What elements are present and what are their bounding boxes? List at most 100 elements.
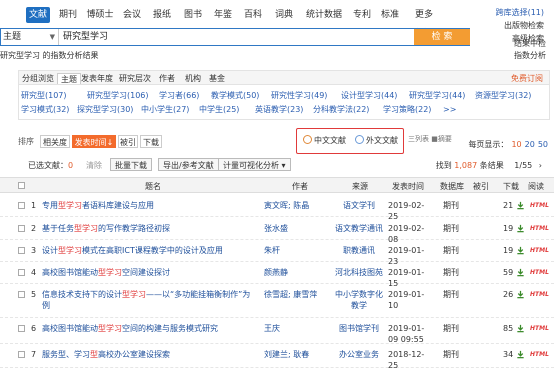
per-page-20[interactable]: 20 — [525, 140, 535, 149]
tab-group-institution[interactable]: 机构 — [185, 73, 201, 84]
view-mode-toggle[interactable]: 三列表 ■摘要 — [408, 134, 452, 144]
tab-group-level[interactable]: 研究层次 — [119, 73, 151, 84]
row-author[interactable]: 张水盛 — [264, 223, 288, 234]
per-page-50[interactable]: 50 — [538, 140, 548, 149]
row-source[interactable]: 河北科技图苑 — [334, 267, 384, 278]
free-subscribe-link[interactable]: 免费订阅 — [511, 73, 543, 84]
row-source[interactable]: 办公室业务 — [334, 349, 384, 360]
download-icon[interactable] — [516, 224, 525, 233]
tab-group-author[interactable]: 作者 — [159, 73, 175, 84]
tab-dictionary[interactable]: 词典 — [274, 7, 294, 23]
row-author[interactable]: 徐雪超; 康雪萍 — [264, 289, 317, 300]
group-item[interactable]: 中学生(25) — [199, 104, 239, 115]
download-icon[interactable] — [516, 350, 525, 359]
group-item[interactable]: 分科教学法(22) — [313, 104, 369, 115]
row-checkbox[interactable] — [18, 291, 25, 298]
group-item[interactable]: 中小学生(27) — [141, 104, 189, 115]
html-read-icon[interactable]: HTML — [530, 325, 549, 332]
group-item[interactable]: 学习者(66) — [159, 90, 199, 101]
chinese-docs-option[interactable]: 中文文献 — [303, 135, 346, 147]
visual-analysis-button[interactable]: 计量可视化分析 ▾ — [218, 158, 291, 171]
select-all-checkbox[interactable] — [18, 182, 25, 189]
row-checkbox[interactable] — [18, 325, 25, 332]
group-item[interactable]: 设计型学习(44) — [341, 90, 397, 101]
publication-search-link[interactable]: 出版物检索 — [496, 19, 544, 32]
table-row[interactable]: 7 服务型、学习型高校办公室建设探索 刘建兰; 耿春 办公室业务 2018-12-25 期… — [0, 344, 554, 368]
table-row[interactable]: 3 设计型学习模式在高职ICT课程教学中的设计及应用 朱杆 职教通讯 2019-01-2… — [0, 240, 554, 266]
row-title-link[interactable]: 服务型、学习型高校办公室建设探索 — [42, 349, 252, 360]
foreign-docs-option[interactable]: 外文文献 — [355, 135, 398, 147]
tab-standard[interactable]: 标准 — [380, 7, 400, 23]
next-page-button[interactable]: › — [539, 161, 542, 170]
group-item[interactable]: 研究性学习(49) — [271, 90, 327, 101]
table-row[interactable]: 1 专用型学习者语料库建设与应用 寅文晖; 陈晶 语文学刊 2019-02-25 期刊 21… — [0, 195, 554, 221]
tab-more[interactable]: 更多>> — [408, 7, 440, 36]
search-button[interactable]: 检 索 — [414, 29, 470, 45]
table-row[interactable]: 6 高校图书馆能动型学习空间的构建与服务模式研究 王庆 图书馆学刊 2019-01-09… — [0, 318, 554, 344]
tab-group-topic[interactable]: 主题 — [57, 73, 81, 84]
group-item[interactable]: 英语教学(23) — [255, 104, 303, 115]
sort-download-button[interactable]: 下载 — [140, 135, 162, 148]
search-scope-select[interactable]: 主题 ▼ — [1, 29, 59, 45]
row-author[interactable]: 朱杆 — [264, 245, 280, 256]
row-author[interactable]: 颜燕静 — [264, 267, 288, 278]
tab-literature[interactable]: 文献 — [26, 7, 50, 23]
group-item[interactable]: 研究型学习(44) — [409, 90, 465, 101]
row-source[interactable]: 图书馆学刊 — [334, 323, 384, 334]
row-title-link[interactable]: 信息技术支持下的设计型学习——以“多功能挂箱衡制作”为例 — [42, 289, 252, 311]
html-read-icon[interactable]: HTML — [530, 247, 549, 254]
tab-thesis[interactable]: 博硕士 — [86, 7, 114, 23]
tab-group-year[interactable]: 发表年度 — [81, 73, 113, 84]
table-row[interactable]: 2 基于任务型学习的写作教学路径初探 张水盛 语文教学通讯 2019-02-08 期刊 19… — [0, 218, 554, 244]
export-references-button[interactable]: 导出/参考文献 — [158, 158, 219, 171]
row-title-link[interactable]: 高校图书馆能动型学习空间的构建与服务模式研究 — [42, 323, 252, 334]
tab-encyclopedia[interactable]: 百科 — [243, 7, 263, 23]
row-author[interactable]: 寅文晖; 陈晶 — [264, 200, 309, 211]
tab-group-fund[interactable]: 基金 — [209, 73, 225, 84]
row-title-link[interactable]: 高校图书馆能动型学习空间建设探讨 — [42, 267, 252, 278]
html-read-icon[interactable]: HTML — [530, 225, 549, 232]
group-item[interactable]: 学习模式(32) — [21, 104, 69, 115]
row-checkbox[interactable] — [18, 247, 25, 254]
row-title-link[interactable]: 设计型学习模式在高职ICT课程教学中的设计及应用 — [42, 245, 252, 256]
group-item[interactable]: 资源型学习(32) — [475, 90, 531, 101]
group-item[interactable]: 教学模式(50) — [211, 90, 259, 101]
index-analysis-hint[interactable]: 研究型学习 的指数分析结果 — [0, 50, 99, 61]
batch-download-button[interactable]: 批量下载 — [110, 158, 152, 171]
download-icon[interactable] — [516, 246, 525, 255]
cross-db-link[interactable]: 跨库选择(11) — [496, 6, 544, 19]
tab-newspaper[interactable]: 报纸 — [152, 7, 172, 23]
tab-group-browse[interactable]: 分组浏览 — [22, 73, 54, 84]
row-source[interactable]: 职教通讯 — [334, 245, 384, 256]
per-page-10[interactable]: 10 — [511, 140, 521, 149]
html-read-icon[interactable]: HTML — [530, 351, 549, 358]
sort-relevance-button[interactable]: 相关度 — [40, 135, 70, 148]
row-checkbox[interactable] — [18, 202, 25, 209]
row-source[interactable]: 中小学数字化教学 — [334, 289, 384, 311]
download-icon[interactable] — [516, 268, 525, 277]
group-item[interactable]: 学习策略(22) — [383, 104, 431, 115]
html-read-icon[interactable]: HTML — [530, 269, 549, 276]
sort-date-button[interactable]: 发表时间↓ — [72, 135, 116, 148]
clear-selection-button[interactable]: 清除 — [86, 160, 102, 171]
download-icon[interactable] — [516, 201, 525, 210]
group-item[interactable]: 研究型学习(106) — [87, 90, 149, 101]
tab-yearbook[interactable]: 年鉴 — [213, 7, 233, 23]
sort-cited-button[interactable]: 被引 — [118, 135, 138, 148]
html-read-icon[interactable]: HTML — [530, 291, 549, 298]
group-item[interactable]: 研究型(107) — [21, 90, 67, 101]
index-analysis-link[interactable]: 指数分析 — [514, 50, 546, 62]
download-icon[interactable] — [516, 290, 525, 299]
row-author[interactable]: 王庆 — [264, 323, 280, 334]
row-checkbox[interactable] — [18, 269, 25, 276]
tab-conference[interactable]: 会议 — [122, 7, 142, 23]
row-title-link[interactable]: 专用型学习者语料库建设与应用 — [42, 200, 252, 211]
row-title-link[interactable]: 基于任务型学习的写作教学路径初探 — [42, 223, 252, 234]
row-checkbox[interactable] — [18, 351, 25, 358]
group-item-more[interactable]: >> — [443, 104, 456, 115]
row-source[interactable]: 语文教学通讯 — [334, 223, 384, 234]
search-within-results-link[interactable]: 结果中检 — [514, 38, 546, 50]
tab-journal[interactable]: 期刊 — [58, 7, 78, 23]
group-item[interactable]: 探究型学习(30) — [77, 104, 133, 115]
row-checkbox[interactable] — [18, 225, 25, 232]
